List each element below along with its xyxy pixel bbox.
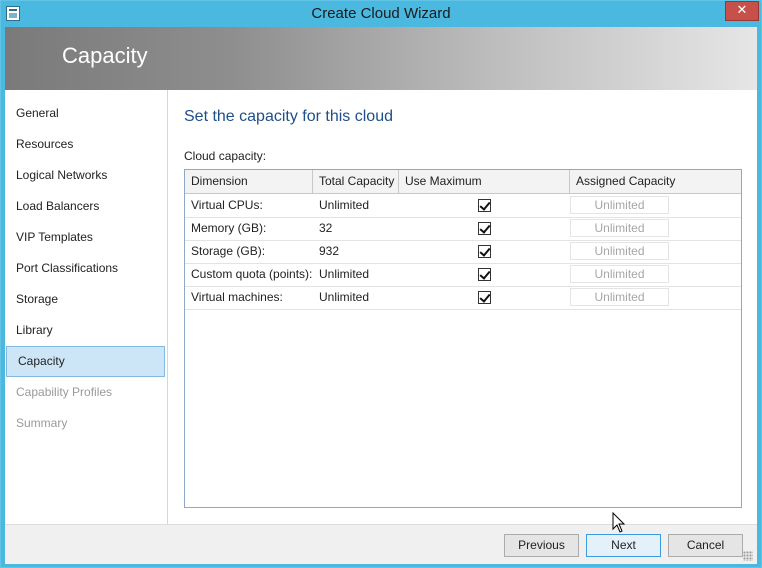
table-row[interactable]: Custom quota (points): Unlimited Unlimit… [185, 263, 741, 287]
cell-total-capacity[interactable]: Unlimited [313, 263, 369, 286]
cell-dimension: Virtual machines: [191, 290, 283, 304]
previous-button[interactable]: Previous [504, 534, 579, 557]
nav-item-capacity[interactable]: Capacity [6, 346, 165, 377]
assigned-capacity-field: Unlimited [570, 196, 669, 214]
use-maximum-checkbox[interactable] [478, 268, 491, 281]
use-maximum-checkbox[interactable] [478, 245, 491, 258]
use-maximum-checkbox[interactable] [478, 291, 491, 304]
column-header-dimension[interactable]: Dimension [185, 170, 313, 193]
column-header-assigned-capacity[interactable]: Assigned Capacity [570, 170, 741, 193]
table-row[interactable]: Virtual CPUs: Unlimited Unlimited [185, 194, 741, 218]
assigned-capacity-field: Unlimited [570, 265, 669, 283]
wizard-window: Create Cloud Wizard ✕ Capacity General R… [0, 0, 762, 568]
nav-item-logical-networks[interactable]: Logical Networks [5, 160, 166, 191]
page-banner: Capacity [5, 27, 757, 90]
cell-dimension: Virtual CPUs: [191, 198, 263, 212]
title-bar[interactable]: Create Cloud Wizard ✕ [1, 1, 761, 27]
close-button[interactable]: ✕ [725, 1, 759, 21]
cell-total-capacity[interactable]: Unlimited [313, 194, 369, 217]
resize-grip-icon[interactable] [743, 551, 753, 561]
cell-total-capacity[interactable]: 932 [313, 240, 339, 263]
table-row[interactable]: Virtual machines: Unlimited Unlimited [185, 286, 741, 310]
nav-item-summary: Summary [16, 416, 68, 430]
use-maximum-checkbox[interactable] [478, 222, 491, 235]
cell-dimension: Memory (GB): [191, 221, 267, 235]
table-row[interactable]: Memory (GB): 32 Unlimited [185, 217, 741, 241]
mouse-cursor-icon [612, 512, 626, 533]
wizard-footer: Previous Next Cancel [5, 524, 757, 564]
column-header-total-capacity[interactable]: Total Capacity [313, 170, 399, 193]
capacity-grid: Dimension Total Capacity Use Maximum Ass… [184, 169, 742, 508]
nav-item-storage[interactable]: Storage [5, 284, 166, 315]
grid-header: Dimension Total Capacity Use Maximum Ass… [185, 170, 741, 194]
nav-item-resources[interactable]: Resources [5, 129, 166, 160]
nav-item-vip-templates[interactable]: VIP Templates [5, 222, 166, 253]
use-maximum-checkbox[interactable] [478, 199, 491, 212]
assigned-capacity-field: Unlimited [570, 242, 669, 260]
nav-item-capability-profiles: Capability Profiles [16, 385, 113, 399]
cancel-button[interactable]: Cancel [668, 534, 743, 557]
content-panel: Set the capacity for this cloud Cloud ca… [168, 90, 757, 524]
section-heading: Set the capacity for this cloud [184, 108, 393, 125]
assigned-capacity-field: Unlimited [570, 219, 669, 237]
nav-item-port-classifications[interactable]: Port Classifications [5, 253, 166, 284]
cell-dimension: Storage (GB): [191, 244, 266, 258]
assigned-capacity-field: Unlimited [570, 288, 669, 306]
cell-dimension: Custom quota (points): [191, 267, 313, 281]
nav-item-general[interactable]: General [5, 98, 166, 129]
cell-total-capacity[interactable]: Unlimited [313, 286, 369, 309]
wizard-client: Capacity General Resources Logical Netwo… [5, 27, 757, 564]
window-title: Create Cloud Wizard [311, 5, 451, 22]
cell-total-capacity[interactable]: 32 [313, 217, 332, 240]
nav-item-library[interactable]: Library [5, 315, 166, 346]
next-button[interactable]: Next [586, 534, 661, 557]
column-header-use-maximum[interactable]: Use Maximum [399, 170, 570, 193]
grid-label: Cloud capacity: [184, 149, 267, 163]
page-title: Capacity [62, 43, 148, 68]
wizard-nav: General Resources Logical Networks Load … [5, 90, 168, 524]
nav-item-load-balancers[interactable]: Load Balancers [5, 191, 166, 222]
table-row[interactable]: Storage (GB): 932 Unlimited [185, 240, 741, 264]
